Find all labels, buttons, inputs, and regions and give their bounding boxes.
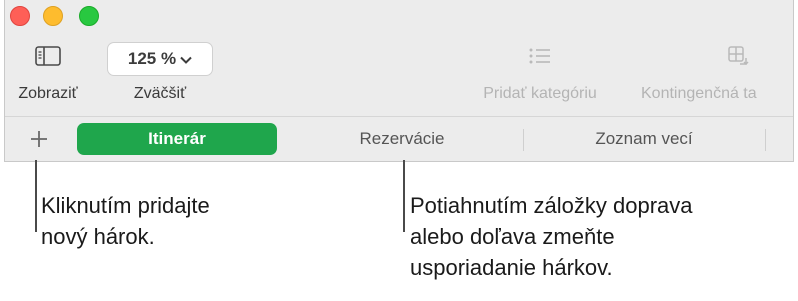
callout-line-add	[35, 160, 37, 232]
zoom-value: 125 %	[127, 49, 177, 68]
zoom-label: Zväčšiť	[133, 85, 187, 102]
chevron-down-icon	[180, 49, 192, 69]
tab-label: Rezervácie	[359, 129, 445, 148]
title-bar	[5, 0, 793, 32]
callout-line-reorder	[403, 160, 405, 232]
zoom-window-button[interactable]	[79, 6, 99, 26]
tab-zoznam-veci[interactable]: Zoznam vecí	[529, 123, 759, 155]
callout-reorder: Potiahnutím záložky doprava alebo doľava…	[410, 193, 693, 280]
close-window-button[interactable]	[10, 6, 30, 26]
app-window: Zobraziť 125 % Zväčšiť Pridať kategóriu	[4, 0, 794, 162]
pivot-table-button[interactable]: Kontingenčná ta	[641, 42, 791, 103]
list-icon	[528, 42, 552, 70]
sheet-tab-bar: Itinerár Rezervácie Zoznam vecí	[5, 116, 793, 161]
tab-divider	[523, 129, 524, 151]
pivot-table-icon	[727, 42, 753, 70]
tab-itinerar[interactable]: Itinerár	[77, 123, 277, 155]
view-button[interactable]: Zobraziť	[5, 42, 91, 103]
callout-add-sheet: Kliknutím pridajte nový hárok.	[41, 193, 210, 249]
sidebar-icon	[35, 42, 61, 70]
minimize-window-button[interactable]	[43, 6, 63, 26]
tab-divider	[765, 129, 766, 151]
zoom-select[interactable]: 125 %	[107, 42, 213, 76]
add-sheet-button[interactable]	[25, 125, 53, 153]
pivot-table-label: Kontingenčná ta	[641, 85, 757, 102]
tab-rezervacie[interactable]: Rezervácie	[287, 123, 517, 155]
add-category-label: Pridať kategóriu	[483, 85, 597, 102]
plus-icon	[31, 131, 47, 147]
add-category-button[interactable]: Pridať kategóriu	[465, 42, 615, 103]
tab-label: Itinerár	[148, 129, 206, 148]
view-label: Zobraziť	[18, 85, 78, 102]
tab-label: Zoznam vecí	[595, 129, 693, 148]
zoom-control[interactable]: 125 % Zväčšiť	[105, 32, 215, 103]
